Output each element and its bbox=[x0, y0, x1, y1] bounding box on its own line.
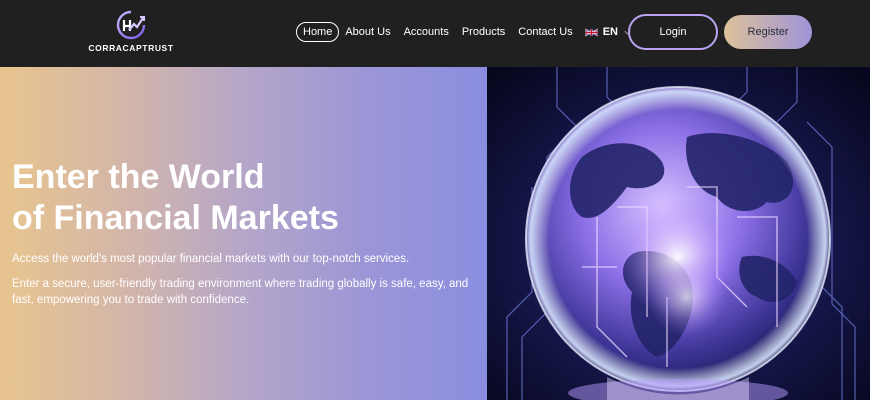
register-button[interactable]: Register bbox=[724, 15, 812, 49]
language-code: EN bbox=[602, 26, 618, 38]
nav-item-products[interactable]: Products bbox=[462, 26, 505, 38]
globe-illustration bbox=[487, 67, 870, 400]
brand-name: CORRACAPTRUST bbox=[88, 43, 174, 53]
language-selector[interactable]: EN bbox=[584, 26, 632, 38]
logo-icon bbox=[116, 10, 146, 40]
hero-title-line-2: of Financial Markets bbox=[12, 199, 339, 237]
hero-title-line-1: Enter the World bbox=[12, 158, 265, 196]
login-button[interactable]: Login bbox=[628, 14, 718, 50]
hero-globe-image bbox=[487, 67, 870, 400]
nav-item-home[interactable]: Home bbox=[296, 22, 340, 42]
hero-description: Enter a secure, user-friendly trading en… bbox=[12, 278, 469, 306]
nav-item-accounts[interactable]: Accounts bbox=[404, 26, 449, 38]
hero-title: Enter the World of Financial Markets bbox=[12, 157, 472, 239]
uk-flag-icon bbox=[584, 28, 598, 36]
site-header: CORRACAPTRUST Home About Us Accounts Pro… bbox=[0, 0, 870, 67]
hero-subtitle: Access the world's most popular financia… bbox=[12, 253, 410, 265]
main-nav: Home About Us Accounts Products Contact … bbox=[296, 22, 632, 42]
nav-item-about-us[interactable]: About Us bbox=[345, 26, 390, 38]
nav-item-contact-us[interactable]: Contact Us bbox=[518, 26, 572, 38]
brand-logo[interactable]: CORRACAPTRUST bbox=[84, 9, 178, 55]
